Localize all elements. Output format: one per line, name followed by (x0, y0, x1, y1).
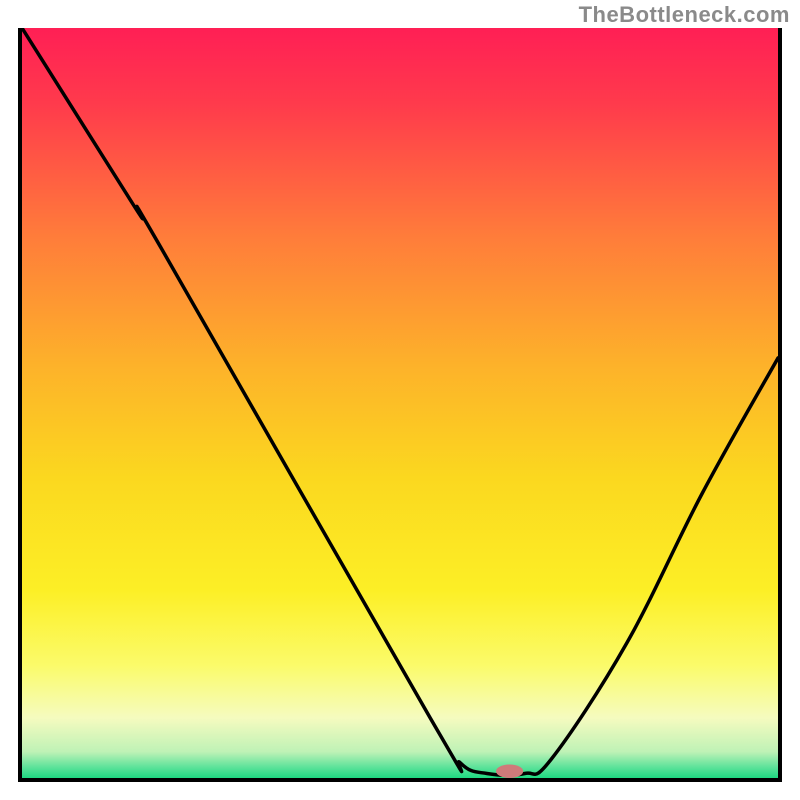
optimal-marker (496, 765, 523, 779)
plot-frame (18, 28, 782, 782)
watermark-text: TheBottleneck.com (579, 2, 790, 28)
chart-container: TheBottleneck.com (0, 0, 800, 800)
bottleneck-plot (22, 28, 778, 778)
